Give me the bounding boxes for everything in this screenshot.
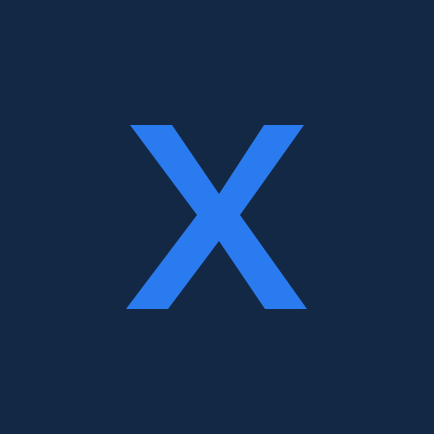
app-tile xyxy=(0,0,434,434)
x-logo-icon xyxy=(126,125,307,309)
x-letter-mark xyxy=(126,125,307,309)
